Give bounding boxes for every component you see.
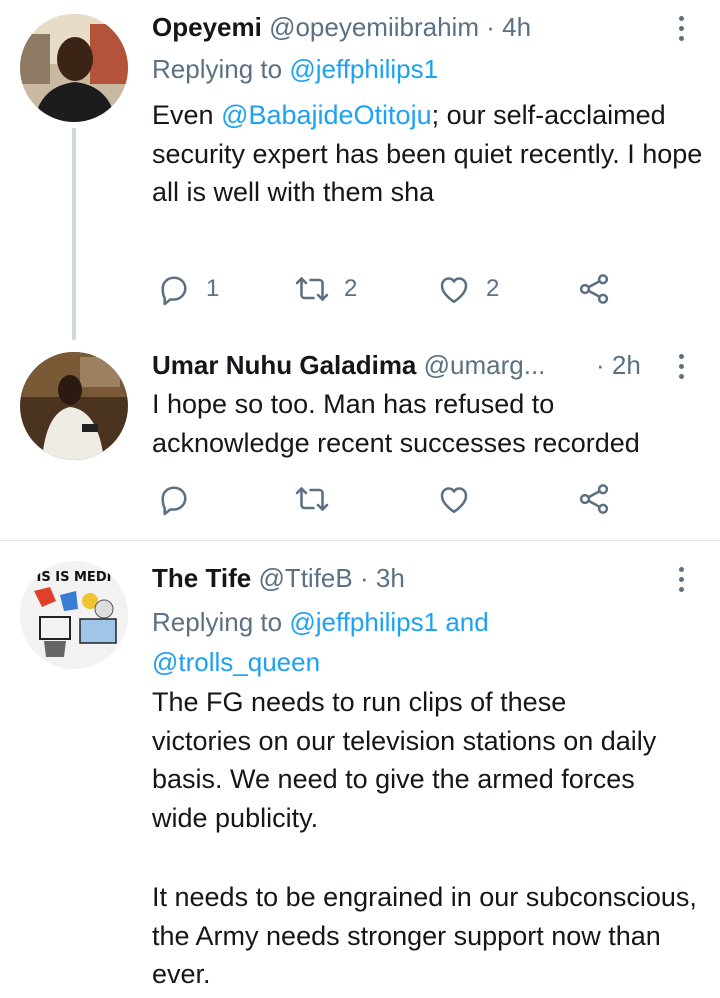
thread-line (72, 128, 76, 340)
share-icon (579, 484, 609, 514)
tweet-umar[interactable]: Umar Nuhu Galadima @umarg... · 2h I hope… (0, 340, 720, 538)
retweet-count: 2 (344, 275, 358, 302)
retweet-icon (295, 487, 329, 511)
retweet-button[interactable]: 2 (294, 269, 357, 309)
heart-icon (440, 487, 468, 514)
mention-and[interactable]: and (445, 607, 488, 637)
separator-dot: · (596, 350, 605, 380)
tweet-text: Even @BabajideOtitoju; our self-acclaime… (152, 96, 712, 212)
share-icon (579, 274, 609, 304)
mention-link[interactable]: @trolls_queen (152, 647, 320, 677)
avatar-the-tife[interactable]: IS IS MEDI (20, 561, 128, 669)
share-button[interactable] (576, 479, 612, 519)
replying-to: Replying to @jeffphilips1 (152, 52, 438, 86)
tweet-actions (152, 479, 622, 519)
tweet-the-tife[interactable]: IS IS MEDI The Tife @TtifeB · 3h Replyin… (0, 541, 720, 998)
reply-count: 1 (206, 275, 220, 302)
avatar-umar[interactable] (20, 352, 128, 460)
timestamp[interactable]: 3h (376, 563, 405, 593)
reply-icon (161, 276, 187, 306)
avatar-caption: IS IS MEDI (37, 570, 112, 585)
separator-dot: · (359, 563, 369, 593)
more-vertical-icon[interactable] (676, 354, 686, 384)
user-handle[interactable]: @umarg... (424, 350, 546, 380)
avatar-opeyemi[interactable] (20, 14, 128, 122)
mention-link[interactable]: @jeffphilips1 (289, 607, 438, 637)
mention-link[interactable]: @BabajideOtitoju (221, 100, 432, 130)
like-count: 2 (486, 275, 500, 302)
tweet-header: Umar Nuhu Galadima @umarg... (152, 348, 662, 382)
share-button[interactable] (576, 269, 612, 309)
like-button[interactable] (436, 479, 472, 519)
user-handle[interactable]: @TtifeB (258, 563, 352, 593)
separator-dot: · (486, 12, 495, 42)
tweet-opeyemi[interactable]: Opeyemi @opeyemiibrahim · 4h Replying to… (0, 0, 720, 340)
display-name[interactable]: Umar Nuhu Galadima (152, 350, 416, 380)
tweet-header: The Tife @TtifeB · 3h (152, 561, 405, 595)
heart-icon (440, 277, 468, 304)
display-name[interactable]: Opeyemi (152, 12, 262, 42)
more-vertical-icon[interactable] (676, 16, 686, 46)
tweet-time: · 2h (596, 348, 641, 382)
tweet-header: Opeyemi @opeyemiibrahim · 4h (152, 10, 531, 44)
replying-to: Replying to @jeffphilips1 and @trolls_qu… (152, 602, 692, 682)
timestamp[interactable]: 2h (612, 350, 641, 380)
tweet-text-paragraph-1: The FG needs to run clips of these victo… (152, 687, 657, 833)
display-name[interactable]: The Tife (152, 563, 251, 593)
replying-to-label: Replying to (152, 54, 283, 84)
timestamp[interactable]: 4h (502, 12, 531, 42)
tweet-actions: 1 2 2 (152, 269, 622, 309)
tweet-text-prefix: Even (152, 100, 214, 130)
retweet-icon (295, 277, 329, 301)
more-vertical-icon[interactable] (676, 567, 686, 597)
reply-button[interactable]: 1 (156, 269, 219, 309)
reply-button[interactable] (156, 479, 192, 519)
tweet-text-paragraph-2: It needs to be engrained in our subconsc… (152, 882, 697, 989)
tweet-text: I hope so too. Man has refused to acknow… (152, 389, 640, 458)
mention-link[interactable]: @jeffphilips1 (289, 54, 438, 84)
retweet-button[interactable] (294, 479, 330, 519)
replying-to-label: Replying to (152, 607, 283, 637)
user-handle[interactable]: @opeyemiibrahim (269, 12, 479, 42)
like-button[interactable]: 2 (436, 269, 499, 309)
reply-icon (161, 486, 187, 516)
